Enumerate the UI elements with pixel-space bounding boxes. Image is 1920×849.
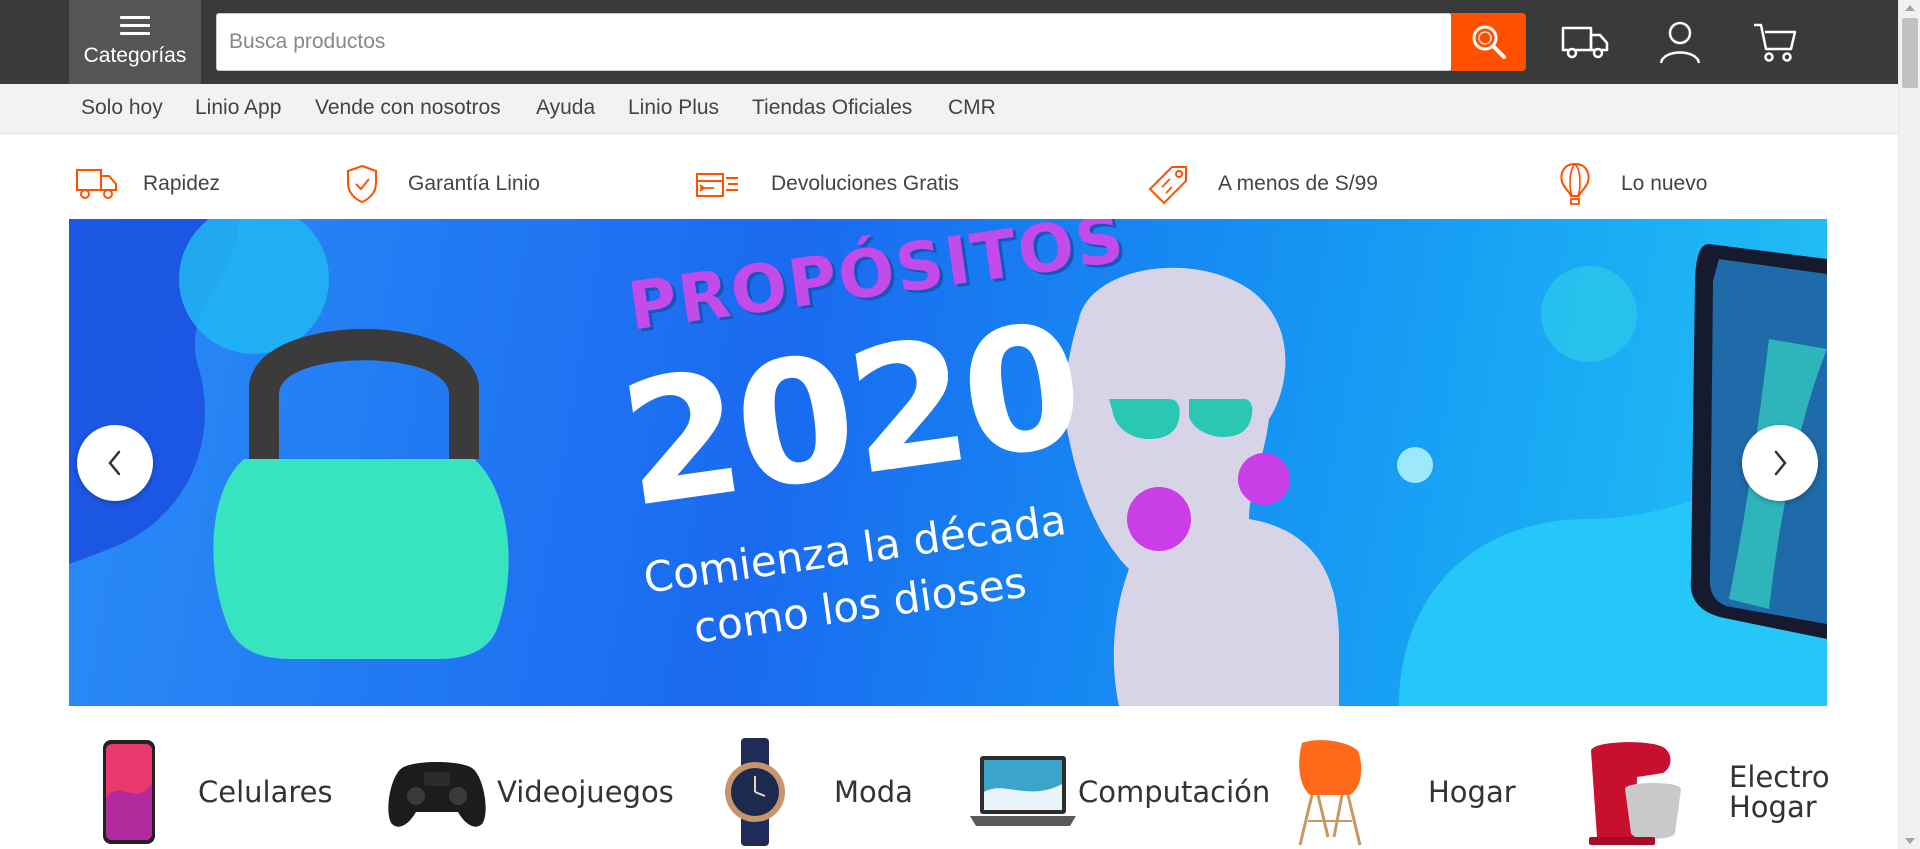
nav-link-tiendas-oficiales[interactable]: Tiendas Oficiales (752, 96, 912, 120)
chevron-right-icon (1774, 450, 1787, 476)
user-icon (1659, 21, 1701, 64)
gamepad-image (383, 737, 491, 847)
category-videojuegos[interactable]: Videojuegos (383, 735, 674, 849)
benefit-label: Rapidez (143, 172, 221, 195)
benefit-lo-nuevo[interactable]: Lo nuevo (1551, 158, 1707, 210)
categories-menu-button[interactable]: Categorías (69, 0, 201, 84)
banner-prev-button[interactable] (77, 425, 153, 501)
category-label: Videojuegos (497, 774, 674, 809)
category-label-group: Electro Hogar (1729, 759, 1830, 824)
benefit-a-menos[interactable]: A menos de S/99 (1145, 158, 1378, 210)
benefit-label: Garantía Linio (408, 172, 540, 195)
laptop-image (968, 737, 1078, 847)
smartphone-image (100, 737, 158, 847)
search-input[interactable] (217, 14, 1451, 70)
category-celulares[interactable]: Celulares (100, 735, 333, 849)
nav-link-cmr[interactable]: CMR (948, 96, 996, 120)
scroll-up-icon[interactable] (1905, 5, 1915, 11)
category-label-line-2: Hogar (1729, 790, 1817, 824)
benefit-label: Devoluciones Gratis (771, 172, 959, 195)
category-label: Computación (1078, 774, 1271, 809)
scroll-down-icon[interactable] (1905, 838, 1915, 844)
benefit-rapidez[interactable]: Rapidez (73, 158, 220, 210)
nav-link-linio-app[interactable]: Linio App (195, 96, 281, 120)
cart-icon (1754, 23, 1797, 62)
category-moda[interactable]: Moda (720, 735, 913, 849)
category-label: Hogar (1428, 774, 1516, 809)
search-icon (1472, 25, 1506, 59)
nav-link-solo-hoy[interactable]: Solo hoy (81, 96, 163, 120)
search-box (216, 13, 1452, 71)
benefit-devoluciones[interactable]: Devoluciones Gratis (693, 158, 959, 210)
cart-button[interactable] (1750, 18, 1800, 66)
chevron-left-icon (108, 450, 121, 476)
category-computacion[interactable]: Computación (968, 735, 1270, 849)
page-scrollbar[interactable] (1898, 0, 1920, 849)
delivery-tracking-button[interactable] (1560, 18, 1610, 66)
category-label: Celulares (198, 774, 333, 809)
categories-label: Categorías (83, 44, 187, 67)
delivery-truck-icon (1561, 26, 1609, 59)
nav-link-vende[interactable]: Vende con nosotros (315, 96, 501, 120)
shield-check-icon (338, 160, 386, 208)
category-electro-hogar[interactable]: Electro Hogar (1577, 735, 1830, 849)
fast-truck-icon (73, 160, 121, 208)
return-box-icon (693, 160, 741, 208)
chair-image (1288, 737, 1372, 847)
price-tag-icon (1145, 160, 1193, 208)
top-header: Categorías (0, 0, 1898, 84)
stand-mixer-image (1577, 737, 1697, 847)
nav-link-ayuda[interactable]: Ayuda (536, 96, 595, 120)
category-hogar[interactable]: Hogar (1288, 735, 1516, 849)
scrollbar-thumb[interactable] (1902, 18, 1918, 88)
category-label: Electro (1729, 759, 1830, 794)
benefit-label: A menos de S/99 (1218, 172, 1378, 195)
wristwatch-image (720, 737, 790, 847)
category-label: Moda (834, 774, 913, 809)
hero-banner[interactable]: PROPÓSITOS 2020 Comienza la década como … (69, 219, 1827, 706)
hot-air-balloon-icon (1551, 160, 1599, 208)
search-button[interactable] (1451, 13, 1526, 71)
benefit-garantia[interactable]: Garantía Linio (338, 158, 540, 210)
account-button[interactable] (1655, 18, 1705, 66)
benefit-label: Lo nuevo (1621, 172, 1708, 195)
nav-link-linio-plus[interactable]: Linio Plus (628, 96, 719, 120)
secondary-nav: Solo hoy Linio App Vende con nosotros Ay… (0, 84, 1898, 134)
menu-icon (120, 16, 150, 36)
banner-next-button[interactable] (1742, 425, 1818, 501)
